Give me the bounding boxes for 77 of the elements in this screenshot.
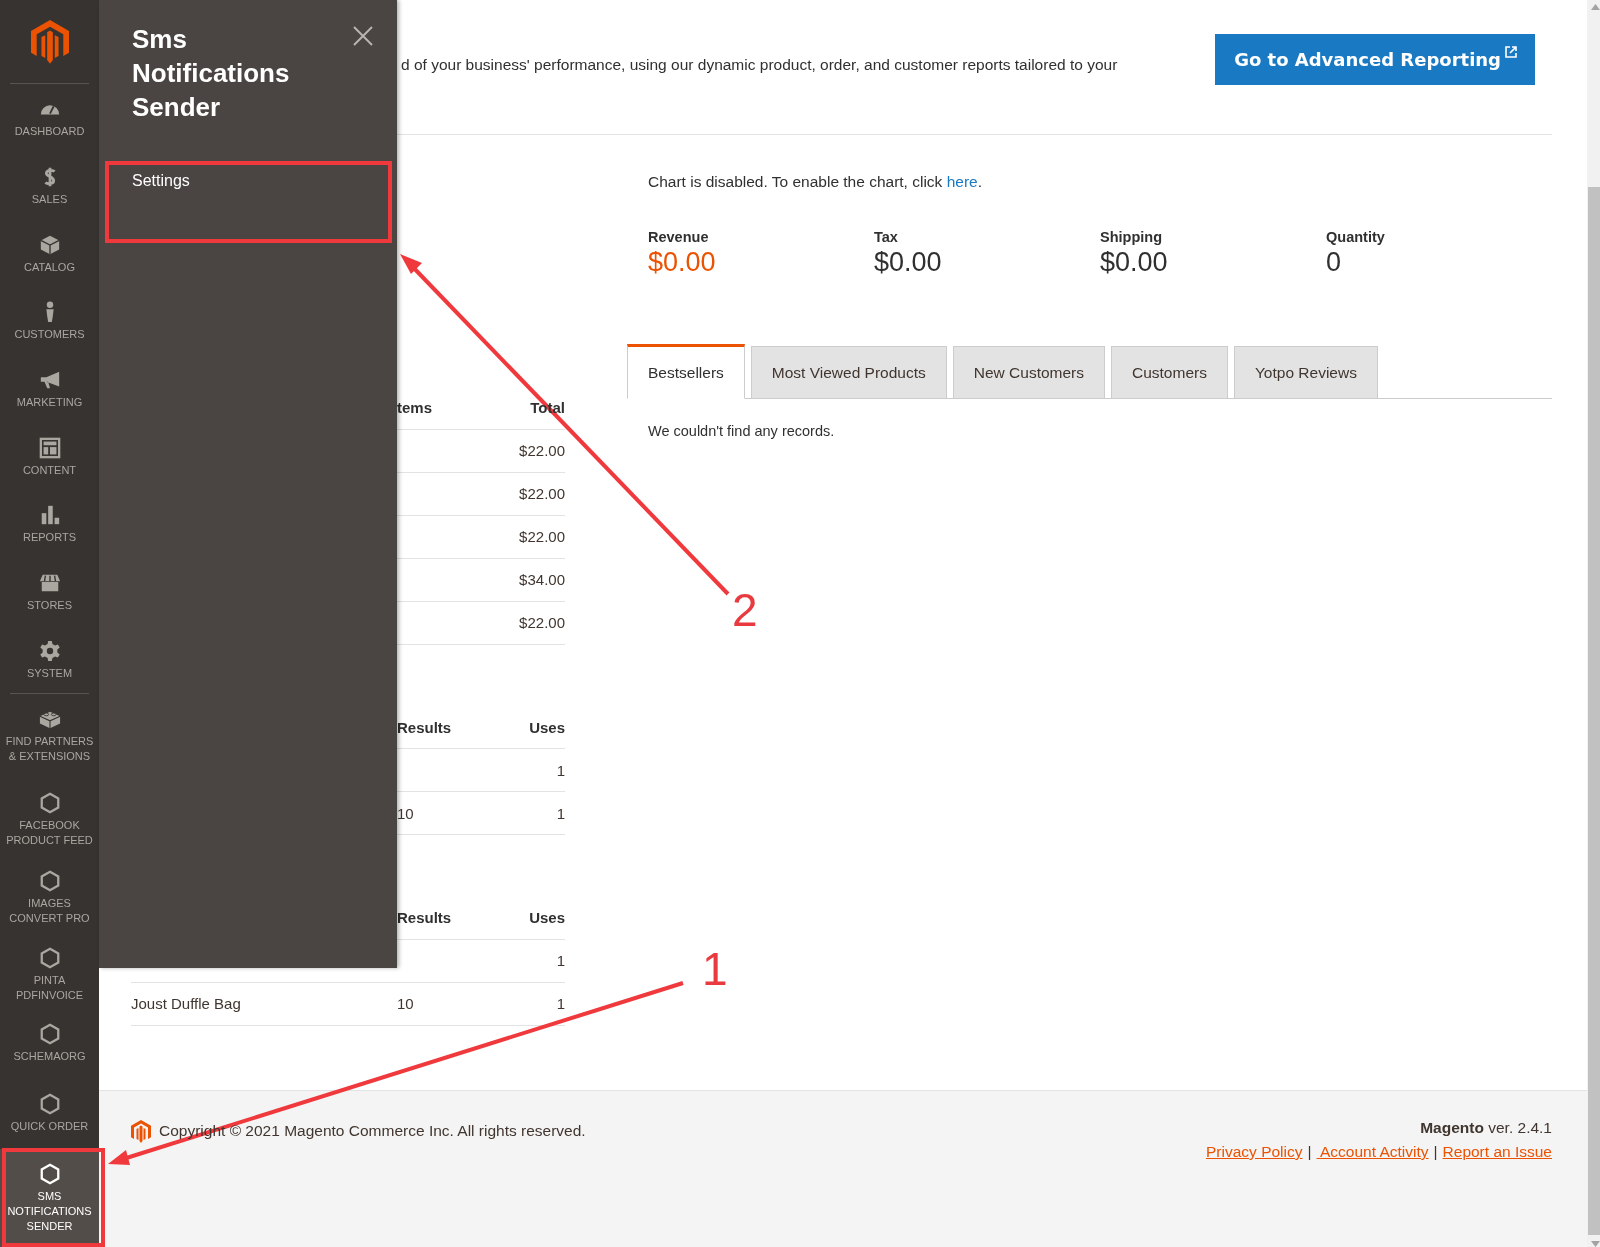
stat-value: $0.00 bbox=[648, 247, 717, 278]
column-header: tems bbox=[397, 399, 433, 417]
table-cell: Joust Duffle Bag bbox=[131, 995, 241, 1012]
scroll-down-icon[interactable] bbox=[1591, 1241, 1600, 1247]
flyout-menu-item[interactable]: Settings bbox=[132, 172, 397, 190]
table-cell: 1 bbox=[556, 804, 565, 822]
nav-item[interactable]: FACEBOOK PRODUCT FEED bbox=[0, 777, 99, 857]
column-header: Uses bbox=[529, 909, 565, 927]
annotation-number: 1 bbox=[702, 942, 728, 996]
nav-item[interactable]: CATALOG bbox=[0, 219, 99, 288]
chart-disabled-notice: Chart is disabled. To enable the chart, click here. bbox=[647, 173, 984, 191]
layout-icon bbox=[38, 436, 61, 459]
empty-message: We couldn't find any records. bbox=[648, 423, 836, 439]
nav-item[interactable]: PINTA PDFINVOICE bbox=[0, 932, 99, 1010]
hexagon-icon bbox=[38, 1023, 61, 1046]
table-cell: 10 bbox=[397, 995, 414, 1012]
table-cell: 1 bbox=[556, 995, 565, 1012]
nav-item[interactable]: CONTENT bbox=[0, 422, 99, 491]
hexagon-icon bbox=[38, 870, 61, 893]
stat-label: Revenue bbox=[648, 229, 710, 245]
table-cell: $22.00 bbox=[519, 528, 565, 545]
close-icon bbox=[353, 26, 373, 46]
external-link-icon bbox=[1505, 46, 1517, 58]
nav-item[interactable]: REPORTS bbox=[0, 490, 99, 558]
nav-item[interactable]: MARKETING bbox=[0, 355, 99, 423]
intro-text: d of your business' performance, using our dynamic product, order, and customer reports tailored to your bbox=[401, 56, 1118, 74]
nav-item[interactable]: DASHBOARD bbox=[0, 84, 99, 153]
tab[interactable]: Customers bbox=[1111, 346, 1228, 399]
advanced-reporting-button[interactable]: Go to Advanced Reporting bbox=[1215, 34, 1535, 85]
annotation-number: 2 bbox=[732, 583, 758, 637]
hexagon-icon bbox=[38, 1093, 61, 1116]
nav-item[interactable]: SYSTEM bbox=[0, 625, 99, 694]
footer-link[interactable]: Account Activity bbox=[1316, 1143, 1429, 1161]
footer-link[interactable]: Privacy Policy bbox=[1206, 1143, 1303, 1161]
table-cell: $34.00 bbox=[519, 571, 565, 588]
settings-icon bbox=[38, 639, 61, 662]
nav-item[interactable]: SCHEMAORG bbox=[0, 1009, 99, 1080]
tab[interactable]: Bestsellers bbox=[627, 344, 745, 399]
table-cell: 1 bbox=[556, 952, 565, 969]
tab[interactable]: Most Viewed Products bbox=[750, 346, 947, 399]
separator: | bbox=[1307, 1143, 1312, 1161]
column-header: Results bbox=[397, 718, 452, 736]
hexagon-icon bbox=[38, 791, 61, 814]
table-cell: 10 bbox=[397, 804, 414, 822]
stat-value: 0 bbox=[1326, 247, 1343, 278]
separator: | bbox=[1433, 1143, 1438, 1161]
scroll-up-icon[interactable] bbox=[1591, 4, 1600, 10]
nav-item[interactable]: STORES bbox=[0, 557, 99, 626]
hexagon-icon bbox=[38, 1162, 61, 1185]
tab[interactable]: Yotpo Reviews bbox=[1233, 346, 1378, 399]
nav-item[interactable]: IMAGES CONVERT PRO bbox=[0, 856, 99, 933]
magento-logo bbox=[131, 1119, 151, 1143]
table-cell: $22.00 bbox=[519, 485, 565, 502]
nav-item[interactable]: FIND PARTNERS & EXTENSIONS bbox=[0, 694, 99, 778]
version-text: Magento ver. 2.4.1 bbox=[1420, 1119, 1552, 1137]
nav-item[interactable]: QUICK ORDER bbox=[0, 1079, 99, 1149]
enable-chart-link[interactable]: here bbox=[946, 173, 978, 190]
nav-item[interactable]: CUSTOMERS bbox=[0, 287, 99, 355]
magento-logo bbox=[30, 19, 69, 64]
tab[interactable]: New Customers bbox=[952, 346, 1105, 399]
stat-label: Quantity bbox=[1326, 229, 1386, 245]
table-cell: $22.00 bbox=[519, 614, 565, 631]
box-icon bbox=[38, 233, 61, 256]
megaphone-icon bbox=[38, 369, 61, 391]
hexagon-icon bbox=[38, 946, 61, 969]
scrollbar-thumb[interactable] bbox=[1588, 187, 1600, 1235]
stat-label: Shipping bbox=[1100, 229, 1163, 245]
stat-value: $0.00 bbox=[1100, 247, 1169, 278]
column-header: Results bbox=[397, 909, 452, 927]
table-cell: $22.00 bbox=[519, 442, 565, 459]
nav-item[interactable]: SALES bbox=[0, 152, 99, 220]
footer-link[interactable]: Report an Issue bbox=[1442, 1143, 1552, 1161]
column-header: Uses bbox=[529, 718, 565, 736]
stat-value: $0.00 bbox=[874, 247, 943, 278]
table-cell: 1 bbox=[556, 761, 565, 779]
stat-label: Tax bbox=[874, 229, 899, 245]
flyout-title: Sms Notifications Sender bbox=[132, 23, 291, 124]
